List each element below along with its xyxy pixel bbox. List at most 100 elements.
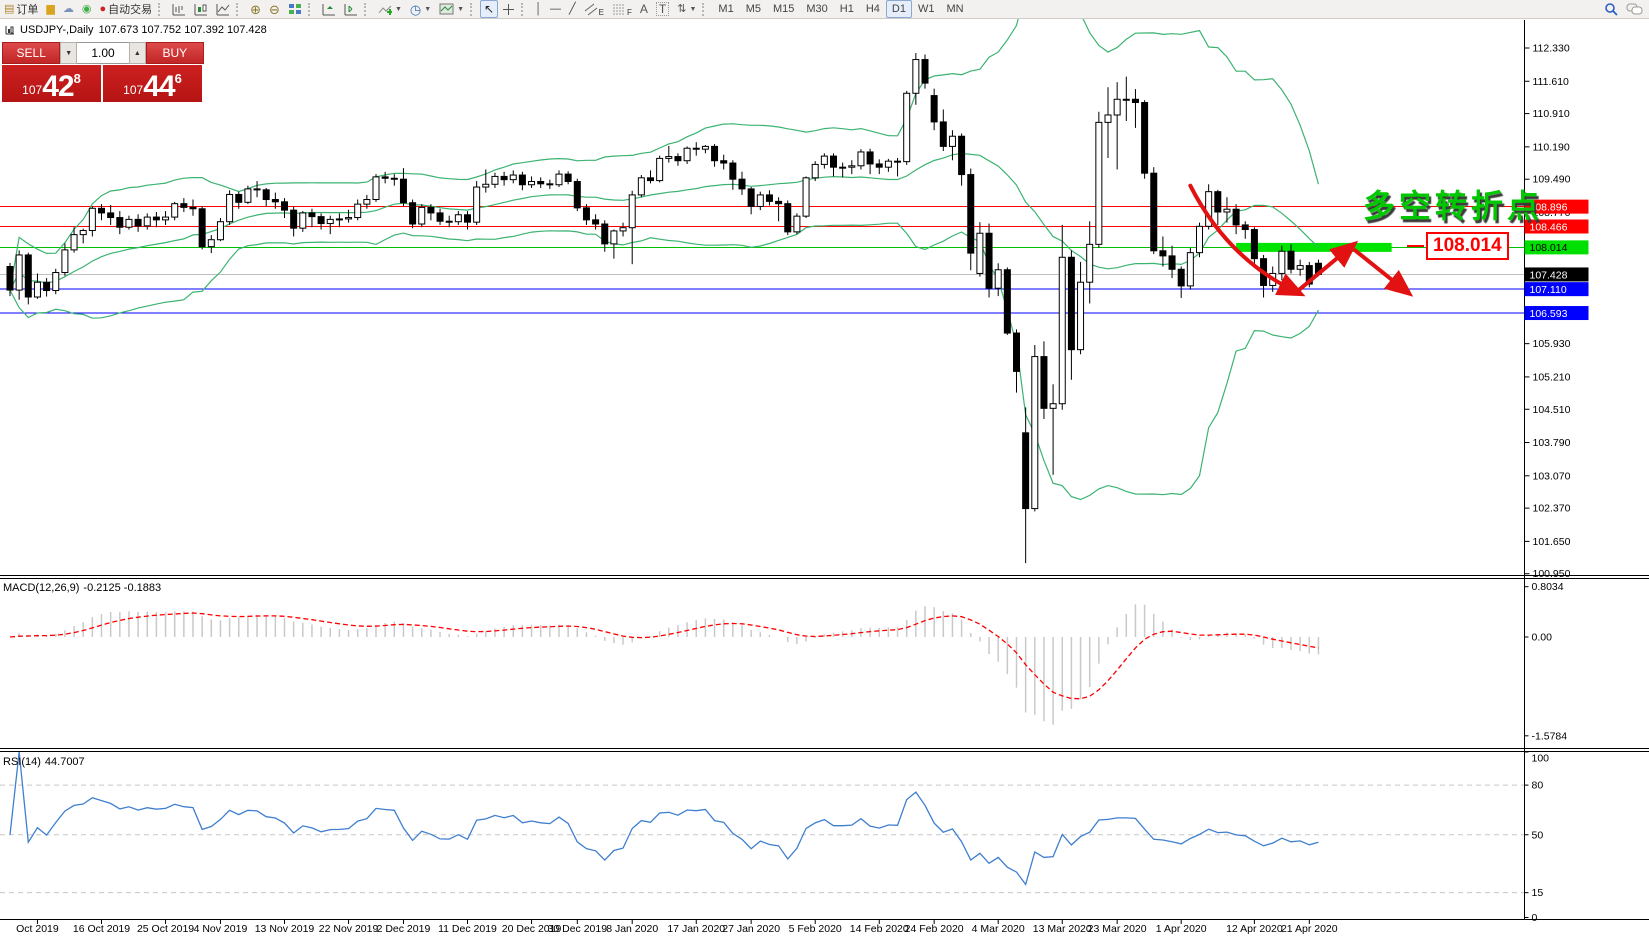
level-callout-connector [1407, 245, 1424, 247]
hline-tool-button[interactable]: — [546, 0, 565, 18]
cursor-icon: ↖ [484, 3, 494, 15]
tile-windows-button[interactable] [284, 0, 306, 18]
chart-shift-icon [344, 3, 358, 16]
pivot-annotation-text: 多空转折点 [1363, 181, 1543, 227]
date-label: 2 Dec 2019 [377, 923, 431, 935]
date-label: 21 Apr 2020 [1281, 923, 1338, 935]
cloud-button[interactable]: ☁ [59, 0, 78, 18]
timeframe-button-M5[interactable]: M5 [740, 0, 767, 18]
timeframe-button-D1[interactable]: D1 [886, 0, 912, 18]
date-label: 16 Oct 2019 [73, 923, 130, 935]
label-tool-icon: T [656, 2, 669, 16]
line-chart-button[interactable] [212, 0, 234, 18]
bar-chart-button[interactable] [168, 0, 190, 18]
templates-icon [439, 3, 454, 15]
svg-text:110.190: 110.190 [1533, 141, 1570, 153]
zoom-in-icon: ⊕ [250, 3, 261, 16]
candlestick-button[interactable] [190, 0, 212, 18]
text-tool-icon: A [640, 3, 648, 15]
vline-tool-button[interactable]: │ [531, 0, 546, 18]
macd-label: MACD(12,26,9)-0.2125 -0.1883 [3, 582, 161, 594]
crosshair-tool-button[interactable] [498, 0, 519, 18]
toolbar-grip [308, 3, 314, 16]
svg-text:105.210: 105.210 [1533, 371, 1571, 383]
main-price-panel [0, 0, 1525, 563]
market-button[interactable]: ▆ [42, 0, 58, 18]
channel-tool-button[interactable]: E [580, 0, 608, 18]
svg-text:0: 0 [1532, 912, 1538, 924]
date-label: 4 Nov 2019 [194, 923, 248, 935]
sell-button[interactable]: SELL [2, 42, 60, 64]
chart-canvas[interactable]: 112.330111.610110.910110.190109.490108.7… [0, 0, 1649, 941]
date-label: 4 Mar 2020 [972, 923, 1025, 935]
volume-down-button[interactable]: ▼ [60, 42, 77, 64]
periods-button[interactable]: ◷▼ [406, 0, 435, 18]
svg-text:100.950: 100.950 [1533, 568, 1571, 580]
search-icon[interactable] [1604, 2, 1618, 16]
trendline-tool-button[interactable]: ╱ [565, 0, 580, 18]
svg-text:15: 15 [1532, 887, 1544, 899]
volume-input[interactable] [77, 42, 129, 64]
market-icon: ▆ [46, 4, 54, 15]
chat-icon[interactable] [1626, 3, 1643, 16]
toolbar-grip [702, 3, 708, 16]
autotrading-label: 自动交易 [108, 1, 152, 17]
timeframe-button-MN[interactable]: MN [940, 0, 969, 18]
volume-up-button[interactable]: ▲ [129, 42, 146, 64]
indicators-button[interactable]: ▼ [374, 0, 406, 18]
one-click-trading-panel: SELL ▼ ▲ BUY 107 42 8 107 44 6 [2, 42, 204, 102]
toolbar-grip [158, 3, 164, 16]
chart-shift-button[interactable] [340, 0, 362, 18]
autoscroll-button[interactable] [318, 0, 340, 18]
date-label: 14 Feb 2020 [850, 923, 909, 935]
date-label: 5 Feb 2020 [789, 923, 842, 935]
dropdown-arrow-icon: ▼ [457, 6, 464, 13]
shapes-tool-button[interactable]: ⇅▼ [673, 0, 700, 18]
rsi-line [10, 752, 1318, 884]
zoom-out-button[interactable]: ⊖ [265, 0, 284, 18]
svg-text:103.070: 103.070 [1533, 470, 1571, 482]
order-icon: ▤ [4, 4, 14, 15]
timeframe-button-H1[interactable]: H1 [834, 0, 860, 18]
svg-text:110.910: 110.910 [1533, 108, 1570, 120]
toolbar-grip [236, 3, 242, 16]
bollinger-lower [10, 223, 1318, 499]
macd-signal-line [10, 613, 1318, 699]
support-highlight-bar [1236, 243, 1392, 252]
timeframe-button-M30[interactable]: M30 [800, 0, 833, 18]
fibo-tool-button[interactable]: F [608, 0, 636, 18]
svg-text:102.370: 102.370 [1533, 503, 1571, 515]
new-order-button[interactable]: ▤ 订单 [0, 0, 42, 18]
fibonacci-icon [612, 3, 627, 16]
buy-button[interactable]: BUY [146, 42, 204, 64]
timeframe-button-W1[interactable]: W1 [912, 0, 941, 18]
timeframe-button-M15[interactable]: M15 [767, 0, 800, 18]
line-chart-icon [216, 3, 230, 16]
svg-text:103.790: 103.790 [1533, 437, 1571, 449]
dropdown-arrow-icon: ▼ [395, 6, 402, 13]
timeframe-button-H4[interactable]: H4 [860, 0, 886, 18]
ask-price-tile[interactable]: 107 44 6 [103, 65, 202, 102]
text-tool-button[interactable]: A [636, 0, 652, 18]
autotrading-stop-icon: ● [99, 4, 106, 15]
date-label: 25 Oct 2019 [137, 923, 194, 935]
signals-button[interactable]: ◉ [78, 0, 96, 18]
templates-button[interactable]: ▼ [435, 0, 468, 18]
chart-window-title: USDJPY-,Daily 107.673 107.752 107.392 10… [5, 24, 267, 36]
arrows-icon: ⇅ [677, 4, 686, 15]
trendline-icon: ╱ [569, 4, 576, 15]
ask-big-digits: 44 [143, 74, 174, 100]
bid-price-tile[interactable]: 107 42 8 [2, 65, 101, 102]
level-price-callout[interactable]: 108.014 [1426, 232, 1509, 260]
date-label: 1 Apr 2020 [1156, 923, 1207, 935]
zoom-in-button[interactable]: ⊕ [246, 0, 265, 18]
bid-big-digits: 42 [42, 74, 73, 100]
label-tool-button[interactable]: T [652, 0, 673, 18]
autotrading-button[interactable]: ● 自动交易 [95, 0, 156, 18]
date-label: 12 Apr 2020 [1226, 923, 1283, 935]
date-label: 13 Nov 2019 [255, 923, 315, 935]
tile-windows-icon [288, 3, 302, 15]
svg-text:111.610: 111.610 [1533, 76, 1570, 88]
cursor-tool-button[interactable]: ↖ [480, 0, 498, 18]
timeframe-button-M1[interactable]: M1 [712, 0, 739, 18]
